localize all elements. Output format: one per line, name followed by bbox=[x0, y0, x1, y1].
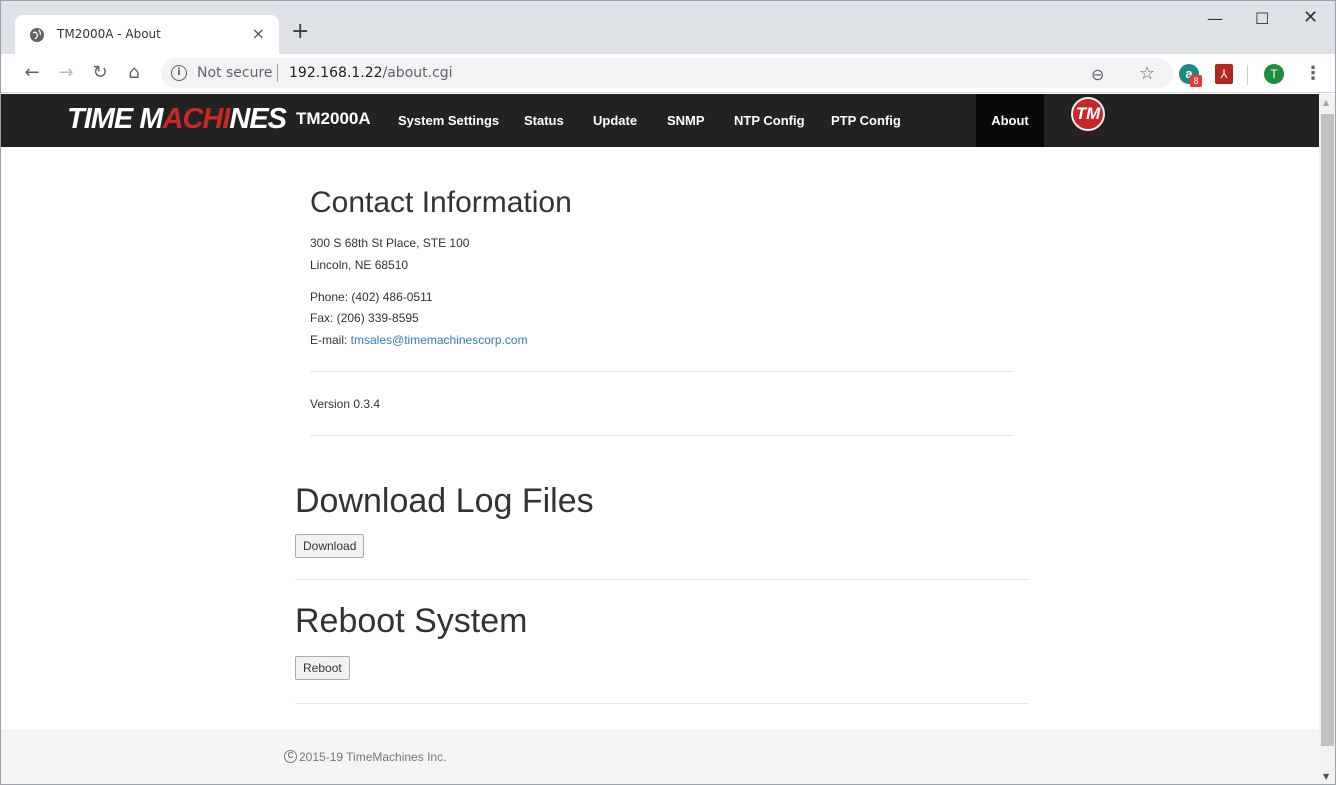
browser-menu-icon[interactable]: ⋮ bbox=[1304, 63, 1322, 84]
bookmark-star-icon[interactable]: ☆ bbox=[1139, 63, 1155, 84]
logo-text-seg: ACHI bbox=[162, 103, 231, 135]
download-heading: Download Log Files bbox=[295, 482, 594, 520]
nav-snmp[interactable]: SNMP bbox=[652, 94, 720, 147]
fax-text: Fax: (206) 339-8595 bbox=[310, 311, 419, 325]
nav-system-settings[interactable]: System Settings bbox=[383, 94, 514, 147]
nav-ntp-config[interactable]: NTP Config bbox=[719, 94, 820, 147]
page-footer: C 2015-19 TimeMachines Inc. bbox=[1, 729, 1319, 784]
device-brand[interactable]: TM2000A bbox=[296, 109, 371, 129]
info-icon[interactable]: i bbox=[171, 65, 187, 81]
back-arrow-icon[interactable]: ← bbox=[19, 60, 45, 86]
scroll-down-icon[interactable]: ▼ bbox=[1323, 772, 1329, 781]
reboot-button[interactable]: Reboot bbox=[295, 656, 350, 680]
profile-avatar[interactable]: T bbox=[1264, 64, 1284, 84]
close-window-button[interactable]: ✕ bbox=[1303, 7, 1318, 28]
forward-arrow-icon[interactable]: → bbox=[53, 60, 79, 86]
reload-icon[interactable]: ↻ bbox=[87, 60, 113, 86]
scroll-thumb[interactable] bbox=[1321, 114, 1334, 746]
version-text: Version 0.3.4 bbox=[310, 397, 381, 411]
maximize-button[interactable]: ☐ bbox=[1255, 9, 1269, 28]
globe-icon bbox=[30, 28, 44, 42]
timemachines-logo[interactable]: TIME MACHINES bbox=[67, 103, 287, 135]
nav-status[interactable]: Status bbox=[509, 94, 579, 147]
tab-title: TM2000A - About bbox=[57, 27, 161, 41]
browser-window: TM2000A - About × + — ☐ ✕ ← → ↻ ⌂ i Not … bbox=[0, 0, 1336, 785]
nav-ptp-config[interactable]: PTP Config bbox=[816, 94, 916, 147]
address-bar[interactable]: i Not secure 192.168.1.22/about.cgi bbox=[161, 58, 1173, 88]
home-icon[interactable]: ⌂ bbox=[121, 60, 147, 86]
phone-text: Phone: (402) 486-0511 bbox=[310, 290, 433, 304]
browser-toolbar: ← → ↻ ⌂ i Not secure 192.168.1.22/about.… bbox=[1, 54, 1335, 93]
omnibox-divider bbox=[277, 64, 278, 82]
address-line-1: 300 S 68th St Place, STE 100 bbox=[310, 236, 470, 250]
logo-text-left: TIME M bbox=[67, 103, 163, 135]
scroll-up-icon[interactable]: ▲ bbox=[1323, 98, 1329, 107]
copyright-text: 2015-19 TimeMachines Inc. bbox=[299, 750, 447, 764]
zoom-icon[interactable]: ⊖ bbox=[1091, 65, 1104, 84]
page-scrollbar[interactable]: ▲ ▼ bbox=[1319, 94, 1335, 784]
nav-update[interactable]: Update bbox=[578, 94, 652, 147]
address-line-2: Lincoln, NE 68510 bbox=[310, 258, 409, 272]
copyright-icon: C bbox=[284, 750, 297, 763]
logo-text-right: NES bbox=[229, 103, 287, 135]
download-button[interactable]: Download bbox=[295, 534, 365, 558]
tab-strip: TM2000A - About × + — ☐ ✕ bbox=[1, 1, 1335, 54]
divider bbox=[310, 435, 1014, 436]
reboot-heading: Reboot System bbox=[295, 602, 528, 640]
divider bbox=[310, 371, 1014, 372]
tm-logo-badge: TM bbox=[1071, 97, 1105, 131]
url-host: 192.168.1.22 bbox=[289, 65, 383, 81]
extension-badge: 8 bbox=[1190, 75, 1202, 87]
new-tab-button[interactable]: + bbox=[291, 21, 309, 43]
email-line: E-mail: tmsales@timemachinescorp.com bbox=[310, 333, 528, 347]
nav-about[interactable]: About bbox=[976, 94, 1044, 147]
site-navbar: TIME MACHINES TM2000A System Settings St… bbox=[1, 94, 1319, 147]
browser-tab[interactable]: TM2000A - About × bbox=[15, 15, 279, 54]
email-link[interactable]: tmsales@timemachinescorp.com bbox=[351, 333, 528, 347]
divider bbox=[295, 703, 1028, 704]
page-viewport: TIME MACHINES TM2000A System Settings St… bbox=[1, 94, 1319, 784]
pdf-extension-icon[interactable]: ⅄ bbox=[1215, 64, 1233, 84]
tab-close-icon[interactable]: × bbox=[252, 24, 265, 43]
email-label: E-mail: bbox=[310, 333, 351, 347]
security-label[interactable]: Not secure bbox=[197, 65, 273, 81]
divider bbox=[295, 579, 1028, 580]
url-path: /about.cgi bbox=[382, 65, 453, 81]
contact-heading: Contact Information bbox=[310, 186, 572, 219]
minimize-button[interactable]: — bbox=[1207, 9, 1223, 28]
toolbar-divider bbox=[1247, 65, 1248, 85]
url-text[interactable]: 192.168.1.22/about.cgi bbox=[289, 65, 453, 81]
